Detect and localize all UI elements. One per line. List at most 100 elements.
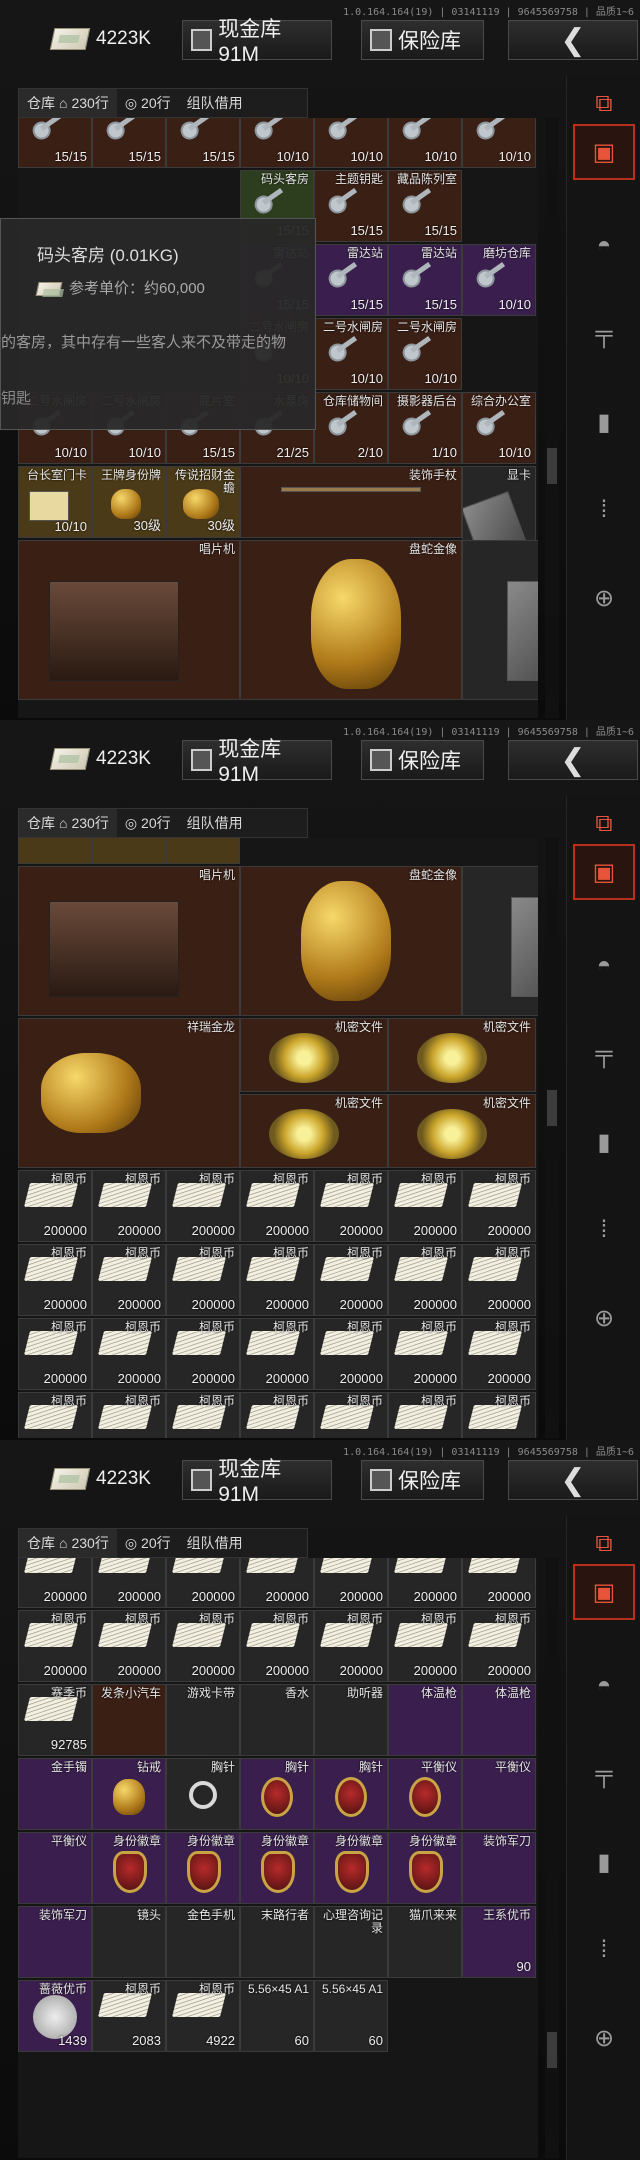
inventory-item[interactable]: 胸针 — [314, 1758, 388, 1830]
inventory-item[interactable]: 装饰手杖 — [240, 466, 462, 538]
inventory-item[interactable]: 藏品陈列室 15/15 — [388, 170, 462, 242]
inventory-item[interactable]: 装饰军刀 — [462, 1832, 536, 1904]
inventory-item[interactable]: 盘蛇金像 — [240, 540, 462, 700]
inventory-item[interactable]: 柯恩币200000 — [462, 1318, 536, 1390]
helmet-icon[interactable]: ◓ — [584, 1666, 624, 1706]
inventory-item[interactable]: 平衡仪 — [388, 1758, 462, 1830]
tab-warehouse[interactable]: 仓库 ⌂ 230行 — [19, 809, 117, 837]
scroll-thumb[interactable] — [547, 2032, 557, 2068]
inventory-item[interactable]: 香水 — [240, 1684, 314, 1756]
inventory-item[interactable]: 柯恩币200000 — [92, 1558, 166, 1608]
inventory-item[interactable]: 柯恩币200000 — [166, 1558, 240, 1608]
inventory-item[interactable]: 助听器 — [314, 1684, 388, 1756]
inventory-item[interactable]: 发条小汽车 — [92, 1684, 166, 1756]
inventory-item[interactable]: 传说招财金蟾 30级 — [166, 466, 240, 538]
inventory-item[interactable]: 柯恩币200000 — [166, 1244, 240, 1316]
rifle-icon[interactable]: ╤ — [584, 314, 624, 354]
inventory-item[interactable]: 胸针 — [166, 1758, 240, 1830]
inventory-item[interactable]: 柯恩币200000 — [166, 1392, 240, 1438]
inventory-item[interactable]: 军用电台 — [462, 540, 538, 700]
inventory-item[interactable]: 经理室10/10 — [314, 118, 388, 168]
inventory-item[interactable]: 柯恩币200000 — [314, 1244, 388, 1316]
inventory-item[interactable]: 游戏卡带 — [166, 1684, 240, 1756]
inventory-item[interactable]: 柯恩币200000 — [388, 1610, 462, 1682]
ammo-icon[interactable]: ⁞ — [584, 1930, 624, 1970]
warehouse-icon[interactable]: ⧉ — [584, 84, 624, 124]
inventory-item[interactable]: 王牌身份牌 30级 — [92, 466, 166, 538]
inventory-item[interactable]: 唱片机 — [18, 540, 240, 700]
grid-scrollbar[interactable] — [545, 838, 559, 1438]
tab-coin-rows[interactable]: ◎ 20行 — [117, 1529, 179, 1557]
inventory-item[interactable]: 二号水闸房 10/10 — [314, 318, 388, 390]
ammo-icon[interactable]: ⁞ — [584, 490, 624, 530]
tab-coin-rows[interactable]: ◎ 20行 — [117, 89, 179, 117]
inventory-item[interactable]: 机密文件 — [240, 1094, 388, 1168]
tab-team-borrow[interactable]: 组队借用 — [179, 809, 251, 837]
backpack-icon[interactable]: ▣ — [573, 124, 635, 180]
inventory-item[interactable]: 赛季币 92785 — [18, 1684, 92, 1756]
inventory-item[interactable]: 磨坊仓库 10/10 — [462, 244, 536, 316]
inventory-item[interactable]: 综合办公室 10/10 — [462, 392, 536, 464]
inventory-item[interactable]: 镜头 — [92, 1906, 166, 1978]
inventory-item[interactable]: 盘蛇金像 — [240, 866, 462, 1016]
inventory-item[interactable]: 柯恩币200000 — [388, 1392, 462, 1438]
inventory-item[interactable]: 5.56×45 A1 60 — [240, 1980, 314, 2052]
inventory-item[interactable]: 柯恩币200000 — [314, 1558, 388, 1608]
inventory-item[interactable]: 柯恩币200000 — [18, 1318, 92, 1390]
back-button[interactable]: ❮ — [508, 20, 638, 60]
ammo-icon[interactable]: ⁞ — [584, 1210, 624, 1250]
inventory-item[interactable]: 蔷薇优币 1439 — [18, 1980, 92, 2052]
scope-icon[interactable]: ⊕ — [584, 1298, 624, 1338]
inventory-item[interactable]: 身份徽章 — [388, 1832, 462, 1904]
inventory-item[interactable]: 柯恩币200000 — [314, 1170, 388, 1242]
inventory-item[interactable]: 金手镯 — [18, 1758, 92, 1830]
scope-icon[interactable]: ⊕ — [584, 578, 624, 618]
inventory-item[interactable]: 柯恩币200000 — [92, 1392, 166, 1438]
inventory-item[interactable]: 柯恩币200000 — [388, 1170, 462, 1242]
inventory-item[interactable]: 柯恩币200000 — [388, 1318, 462, 1390]
safe-box-button[interactable]: 保险库 — [361, 1460, 484, 1500]
inventory-item[interactable]: 30级 — [92, 838, 166, 864]
inventory-item[interactable]: 柯恩币200000 — [314, 1610, 388, 1682]
inventory-item[interactable]: 装饰军刀 — [18, 1906, 92, 1978]
cash-vault-button[interactable]: 现金库 91M — [182, 738, 332, 786]
cash-vault-button[interactable]: 现金库 91M — [182, 18, 332, 66]
inventory-item[interactable]: 柯恩币200000 — [240, 1392, 314, 1438]
inventory-item[interactable]: 柯恩币200000 — [18, 1558, 92, 1608]
inventory-item[interactable]: 柯恩币200000 — [240, 1610, 314, 1682]
inventory-item[interactable]: 王系优币 90 — [462, 1906, 536, 1978]
grid-scrollbar[interactable] — [545, 1558, 559, 2158]
inventory-item[interactable]: 柯恩币200000 — [462, 1610, 536, 1682]
inventory-item[interactable]: 经理室10/10 — [462, 118, 536, 168]
backpack-icon[interactable]: ▣ — [573, 1564, 635, 1620]
inventory-item[interactable]: 经理室10/10 — [388, 118, 462, 168]
inventory-item[interactable]: 身份徽章 — [92, 1832, 166, 1904]
helmet-icon[interactable]: ◓ — [584, 226, 624, 266]
inventory-item[interactable]: 柯恩币200000 — [18, 1392, 92, 1438]
inventory-item[interactable]: 金色手机 — [166, 1906, 240, 1978]
inventory-item[interactable]: 钻戒 — [92, 1758, 166, 1830]
tab-team-borrow[interactable]: 组队借用 — [179, 89, 251, 117]
inventory-item[interactable]: 柯恩币200000 — [18, 1610, 92, 1682]
inventory-item[interactable]: 柯恩币200000 — [388, 1244, 462, 1316]
inventory-item[interactable]: 柯恩币200000 — [18, 1244, 92, 1316]
inventory-item[interactable]: 雷达站 15/15 — [314, 244, 388, 316]
tab-warehouse[interactable]: 仓库 ⌂ 230行 — [19, 1529, 117, 1557]
safe-box-button[interactable]: 保险库 — [361, 740, 484, 780]
inventory-item[interactable]: 柯恩币200000 — [166, 1170, 240, 1242]
cash-vault-button[interactable]: 现金库 91M — [182, 1458, 332, 1506]
inventory-item[interactable]: 柯恩币200000 — [462, 1558, 536, 1608]
grid-scrollbar[interactable] — [545, 118, 559, 718]
inventory-item[interactable]: 体温枪 — [388, 1684, 462, 1756]
inventory-item[interactable]: 唱片机 — [18, 866, 240, 1016]
inventory-item[interactable]: 柯恩币200000 — [240, 1170, 314, 1242]
inventory-item[interactable]: 5.56×45 A1 60 — [314, 1980, 388, 2052]
inventory-item[interactable]: 台长室门卡 10/10 — [18, 466, 92, 538]
inventory-item[interactable]: 柯恩币200000 — [314, 1318, 388, 1390]
inventory-item[interactable]: 柯恩币200000 — [314, 1392, 388, 1438]
warehouse-icon[interactable]: ⧉ — [584, 804, 624, 844]
inventory-item[interactable]: 心理咨询记录 — [314, 1906, 388, 1978]
inventory-item[interactable]: D栋放映室15/15 — [18, 118, 92, 168]
warehouse-icon[interactable]: ⧉ — [584, 1524, 624, 1564]
back-button[interactable]: ❮ — [508, 740, 638, 780]
